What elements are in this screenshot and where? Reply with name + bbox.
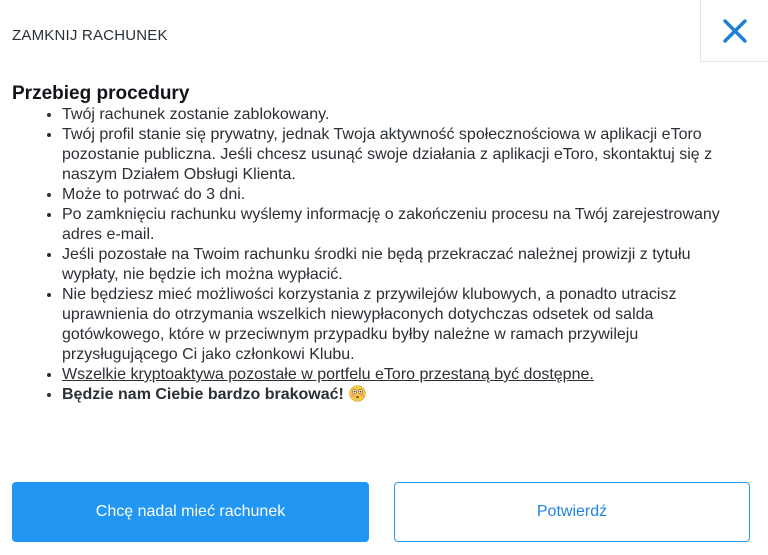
procedure-list: Twój rachunek zostanie zablokowany. Twój… (12, 105, 732, 405)
dialog-content: Przebieg procedury Twój rachunek zostani… (12, 83, 732, 405)
dialog-title: ZAMKNIJ RACHUNEK (12, 27, 168, 44)
section-title: Przebieg procedury (12, 83, 190, 104)
close-icon (722, 18, 747, 43)
list-item: Nie będziesz mieć możliwości korzystania… (62, 285, 732, 365)
list-item-crypto-link[interactable]: Wszelkie kryptoaktywa pozostałe w portfe… (62, 365, 732, 385)
list-item: Twój rachunek zostanie zablokowany. (62, 105, 732, 125)
dialog-header: ZAMKNIJ RACHUNEK (0, 0, 700, 70)
flushed-face-icon (349, 385, 366, 402)
list-item-farewell: Będzie nam Ciebie bardzo brakować! (62, 385, 732, 405)
close-button[interactable] (700, 0, 768, 62)
close-account-dialog: ZAMKNIJ RACHUNEK Przebieg procedury Twój… (0, 0, 768, 555)
list-item: Jeśli pozostałe na Twoim rachunku środki… (62, 245, 732, 285)
list-item: Może to potrwać do 3 dni. (62, 185, 732, 205)
list-item: Po zamknięciu rachunku wyślemy informacj… (62, 205, 732, 245)
keep-account-button[interactable]: Chcę nadal mieć rachunek (12, 482, 369, 542)
confirm-button[interactable]: Potwierdź (394, 482, 750, 542)
list-item: Twój profil stanie się prywatny, jednak … (62, 125, 732, 185)
